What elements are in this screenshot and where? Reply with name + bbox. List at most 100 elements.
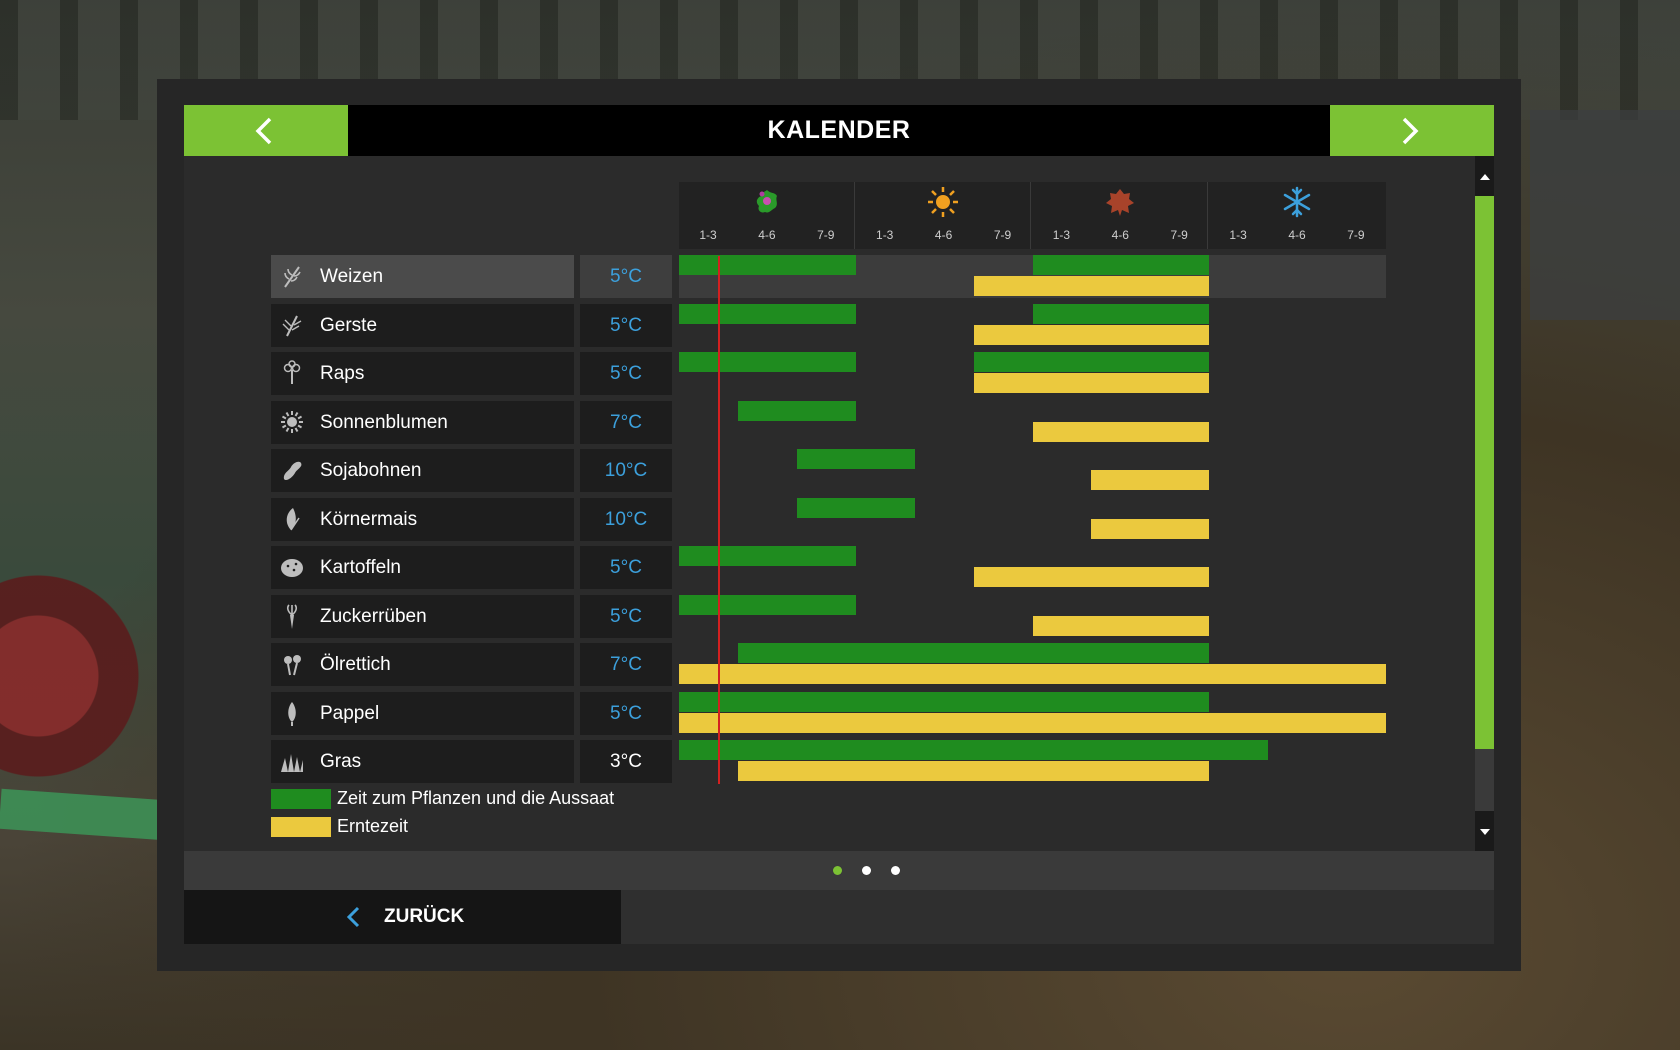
crop-timeline bbox=[679, 691, 1386, 735]
crop-name-cell[interactable]: Sonnenblumen bbox=[271, 400, 574, 444]
sowing-period-bar bbox=[679, 352, 856, 372]
soybean-icon bbox=[279, 457, 305, 483]
crop-min-temperature: 5°C bbox=[580, 352, 672, 395]
crop-row[interactable]: Körnermais 10°C bbox=[271, 497, 1387, 541]
crop-name-cell[interactable]: Raps bbox=[271, 352, 574, 395]
harvest-period-bar bbox=[737, 761, 1210, 781]
page-dot-3[interactable] bbox=[891, 866, 900, 875]
oilradish-icon bbox=[284, 655, 301, 676]
footer-bar: ZURÜCK bbox=[184, 890, 1494, 944]
scroll-down-button[interactable] bbox=[1475, 811, 1494, 851]
page-title: KALENDER bbox=[767, 116, 911, 144]
oilradish-icon bbox=[279, 651, 305, 677]
crop-min-temperature: 3°C bbox=[580, 740, 672, 783]
crop-min-temperature: 10°C bbox=[580, 497, 672, 541]
month-tick-label: 7-9 bbox=[817, 228, 835, 242]
legend-sowing-swatch bbox=[271, 789, 331, 809]
arrow-down-icon bbox=[1480, 829, 1490, 835]
legend-sowing-label: Zeit zum Pflanzen und die Aussaat bbox=[337, 788, 615, 808]
sun-summer-icon bbox=[928, 187, 958, 217]
crop-min-temperature: 7°C bbox=[580, 643, 672, 686]
crop-row[interactable]: Raps 5°C bbox=[271, 352, 1387, 395]
canola-icon bbox=[283, 360, 301, 384]
month-tick-label: 7-9 bbox=[1170, 228, 1188, 242]
next-page-button[interactable] bbox=[1330, 105, 1494, 156]
dialog-header: KALENDER bbox=[184, 105, 1494, 156]
crop-timeline bbox=[679, 449, 1386, 492]
crop-name-cell[interactable]: Weizen bbox=[271, 255, 574, 298]
harvest-period-bar bbox=[973, 567, 1210, 587]
crop-name: Gerste bbox=[320, 314, 378, 336]
crop-name-cell[interactable]: Körnermais bbox=[271, 497, 574, 541]
crop-name-cell[interactable]: Sojabohnen bbox=[271, 449, 574, 492]
crop-row[interactable]: Sojabohnen 10°C bbox=[271, 449, 1387, 492]
sowing-period-bar bbox=[679, 691, 1210, 712]
poplar-icon bbox=[279, 700, 305, 726]
back-button[interactable]: ZURÜCK bbox=[184, 890, 621, 944]
page-dot-2[interactable] bbox=[862, 866, 871, 875]
sowing-period-bar bbox=[679, 594, 856, 615]
canola-icon bbox=[279, 360, 305, 386]
crop-row[interactable]: Gras 3°C bbox=[271, 740, 1387, 783]
crop-row[interactable]: Sonnenblumen 7°C bbox=[271, 400, 1387, 444]
crop-name: Weizen bbox=[320, 266, 384, 287]
month-tick-label: 4-6 bbox=[1111, 228, 1129, 242]
sowing-period-bar bbox=[679, 255, 856, 275]
crop-row[interactable]: Zuckerrüben 5°C bbox=[271, 594, 1387, 638]
crop-name-cell[interactable]: Ölrettich bbox=[271, 643, 574, 686]
crop-timeline bbox=[679, 255, 1386, 298]
crop-row[interactable]: Kartoffeln 5°C bbox=[271, 546, 1387, 589]
scroll-thumb[interactable] bbox=[1475, 196, 1494, 749]
page-dot-1[interactable] bbox=[833, 866, 842, 875]
barley-icon bbox=[279, 312, 305, 338]
crop-timeline bbox=[679, 594, 1386, 638]
corn-icon bbox=[286, 507, 300, 530]
crop-name: Sonnenblumen bbox=[320, 411, 448, 433]
crop-timeline bbox=[679, 352, 1386, 395]
crop-timeline bbox=[679, 303, 1386, 347]
crop-timeline bbox=[679, 497, 1386, 541]
crop-name-cell[interactable]: Gras bbox=[271, 740, 574, 783]
previous-page-button[interactable] bbox=[184, 105, 348, 156]
crop-row[interactable]: Pappel 5°C bbox=[271, 691, 1387, 735]
crop-min-temperature: 5°C bbox=[580, 303, 672, 347]
crop-timeline bbox=[679, 643, 1386, 686]
sowing-period-bar bbox=[973, 352, 1210, 372]
poplar-icon bbox=[288, 701, 296, 726]
crop-min-temperature: 5°C bbox=[580, 691, 672, 735]
corn-icon bbox=[279, 506, 305, 532]
crop-name: Kartoffeln bbox=[320, 557, 401, 578]
crop-row[interactable]: Gerste 5°C bbox=[271, 303, 1387, 347]
scroll-up-button[interactable] bbox=[1475, 156, 1494, 196]
crop-name-cell[interactable]: Zuckerrüben bbox=[271, 594, 574, 638]
crop-name-cell[interactable]: Pappel bbox=[271, 691, 574, 735]
crop-name: Zuckerrüben bbox=[320, 605, 427, 627]
month-tick-label: 4-6 bbox=[758, 228, 776, 242]
crop-timeline bbox=[679, 546, 1386, 589]
leaf-autumn-icon bbox=[1106, 189, 1134, 216]
scroll-track[interactable] bbox=[1475, 196, 1494, 811]
crop-min-temperature: 5°C bbox=[580, 546, 672, 589]
sowing-period-bar bbox=[1032, 303, 1210, 324]
crop-name: Körnermais bbox=[320, 508, 418, 530]
harvest-period-bar bbox=[679, 712, 1386, 733]
season-header: 1-3 4-6 7-9 1-3 4-6 7-9 1-3 4-6 7-9 1-3 4-6 7-9 bbox=[679, 182, 1386, 249]
harvest-period-bar bbox=[973, 373, 1210, 393]
chevron-right-icon bbox=[1402, 117, 1419, 145]
sugarbeet-icon bbox=[279, 603, 305, 629]
crop-name-cell[interactable]: Gerste bbox=[271, 303, 574, 347]
harvest-period-bar bbox=[973, 276, 1210, 296]
scrollbar[interactable] bbox=[1475, 156, 1494, 851]
crop-row[interactable]: Ölrettich 7°C bbox=[271, 643, 1387, 686]
grass-icon bbox=[279, 748, 305, 774]
crop-min-temperature: 7°C bbox=[580, 400, 672, 444]
sugarbeet-icon bbox=[286, 603, 298, 629]
crop-row[interactable]: Weizen 5°C bbox=[271, 255, 1387, 298]
soybean-icon bbox=[283, 461, 302, 481]
month-tick-label: 4-6 bbox=[934, 228, 953, 242]
barley-icon bbox=[282, 315, 302, 336]
back-button-label: ZURÜCK bbox=[384, 906, 465, 927]
crop-name: Sojabohnen bbox=[320, 460, 422, 481]
month-tick-label: 1-3 bbox=[876, 228, 894, 242]
crop-name-cell[interactable]: Kartoffeln bbox=[271, 546, 574, 589]
